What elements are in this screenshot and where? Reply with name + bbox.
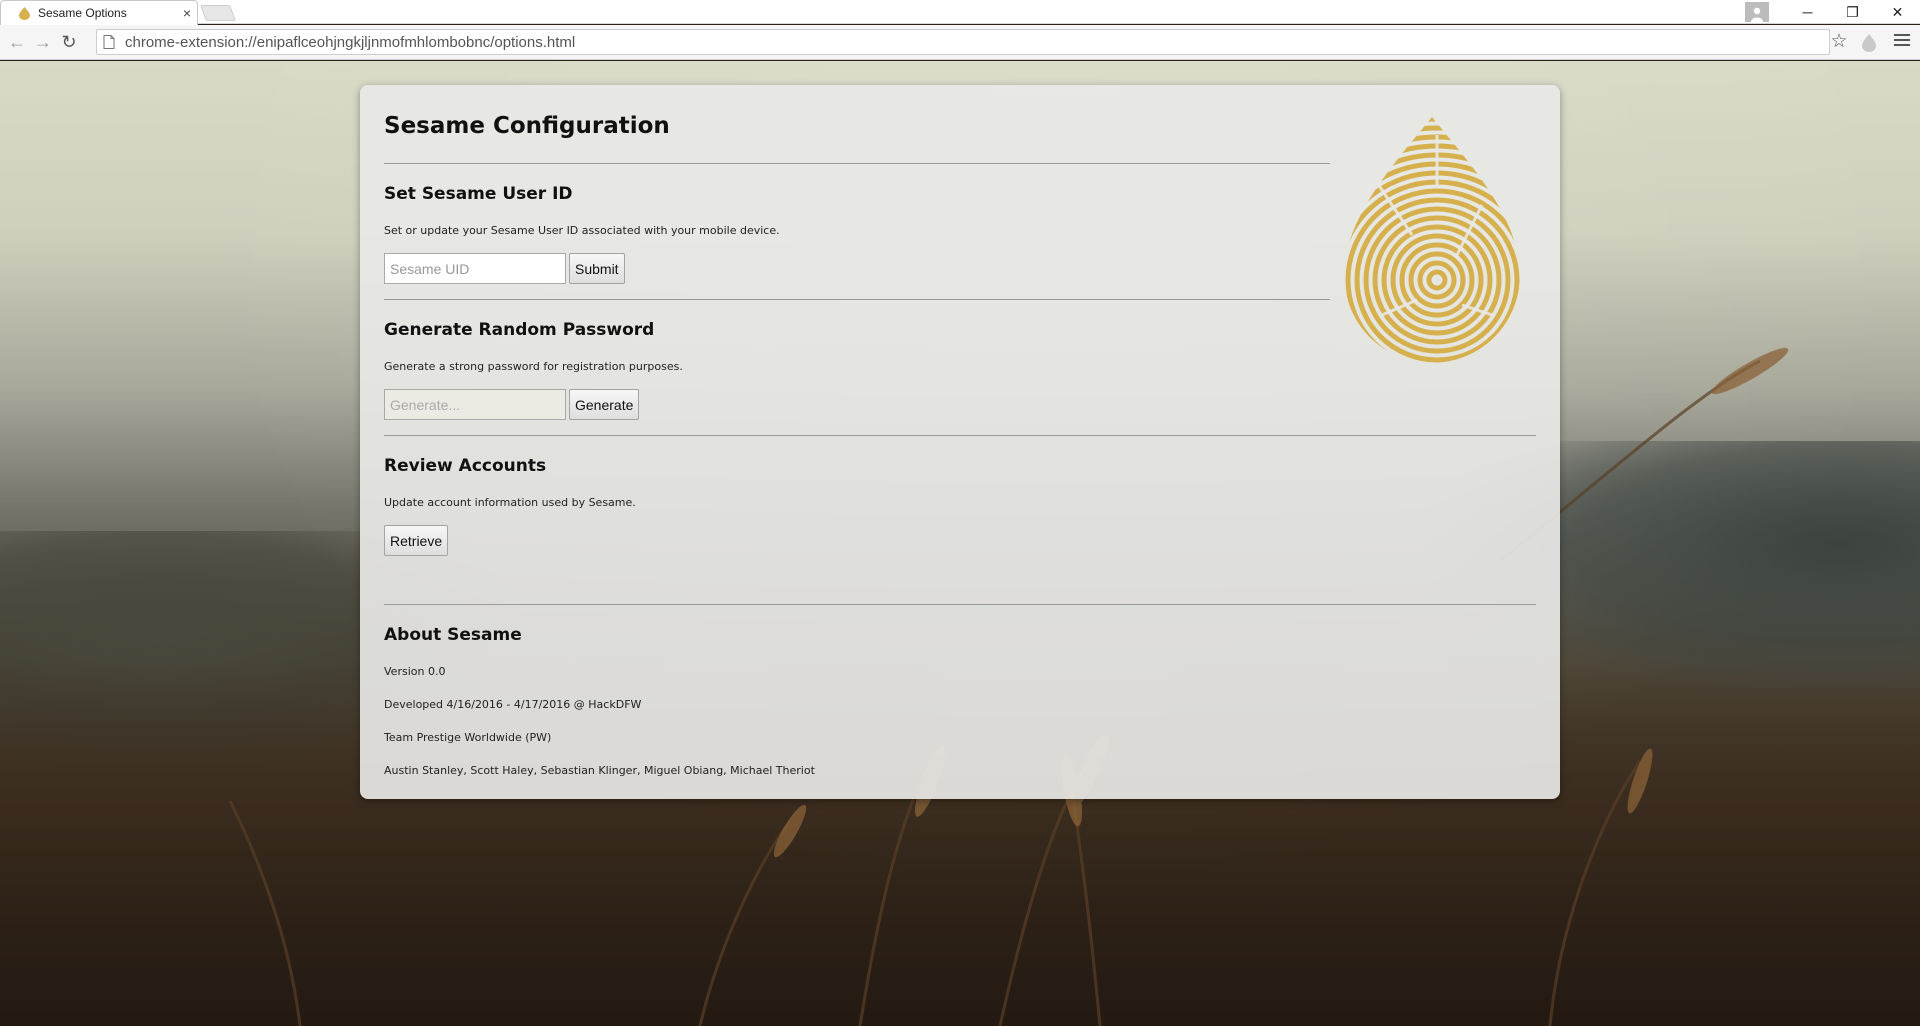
- accounts-form: Retrieve: [384, 525, 1536, 556]
- divider: [384, 163, 1330, 164]
- page-icon: [103, 35, 115, 49]
- minimize-button[interactable]: ─: [1785, 0, 1830, 24]
- configuration-card: Sesame Configuration Set Sesame User ID …: [360, 85, 1560, 799]
- about-team: Team Prestige Worldwide (PW): [384, 731, 552, 744]
- bookmark-star-icon[interactable]: ☆: [1828, 31, 1850, 53]
- tab-close-icon[interactable]: ×: [177, 5, 197, 21]
- url-text: chrome-extension://enipaflceohjngkjljnmo…: [125, 33, 576, 51]
- divider: [384, 435, 1536, 436]
- divider: [384, 299, 1330, 300]
- page-viewport: Sesame Configuration Set Sesame User ID …: [0, 61, 1920, 1026]
- tab-title: Sesame Options: [38, 6, 127, 20]
- sesame-uid-input[interactable]: Sesame UID: [384, 253, 566, 284]
- forward-button[interactable]: →: [30, 29, 56, 55]
- submit-button[interactable]: Submit: [569, 253, 625, 284]
- sesame-extension-icon[interactable]: [1861, 33, 1877, 53]
- password-form: Generate... Generate: [384, 389, 1536, 420]
- divider: [384, 604, 1536, 605]
- accounts-section-description: Update account information used by Sesam…: [384, 496, 636, 509]
- about-members: Austin Stanley, Scott Haley, Sebastian K…: [384, 764, 815, 777]
- restore-button[interactable]: ❐: [1830, 0, 1875, 24]
- generate-button[interactable]: Generate: [569, 389, 640, 420]
- retrieve-button[interactable]: Retrieve: [384, 525, 449, 556]
- reload-button[interactable]: ↻: [56, 29, 82, 55]
- browser-toolbar: ← → ↻ chrome-extension://enipaflceohjngk…: [0, 25, 1920, 60]
- profile-icon[interactable]: [1745, 2, 1769, 22]
- generated-password-field[interactable]: Generate...: [384, 389, 566, 420]
- back-button[interactable]: ←: [4, 29, 30, 55]
- fingerprint-logo-icon: [1344, 117, 1520, 363]
- close-window-button[interactable]: ✕: [1875, 0, 1920, 24]
- fingerprint-favicon-icon: [19, 6, 30, 20]
- address-bar[interactable]: chrome-extension://enipaflceohjngkjljnmo…: [96, 29, 1830, 55]
- about-section-heading: About Sesame: [384, 625, 522, 645]
- menu-icon[interactable]: [1894, 34, 1910, 50]
- about-developed: Developed 4/16/2016 - 4/17/2016 @ HackDF…: [384, 698, 642, 711]
- window-controls: ─ ❐ ✕: [1745, 0, 1920, 24]
- tab-sesame-options[interactable]: Sesame Options ×: [0, 0, 198, 25]
- browser-titlebar: Sesame Options × ─ ❐ ✕: [0, 0, 1920, 25]
- accounts-section-heading: Review Accounts: [384, 456, 547, 476]
- about-version: Version 0.0: [384, 665, 446, 678]
- new-tab-button[interactable]: [200, 5, 236, 21]
